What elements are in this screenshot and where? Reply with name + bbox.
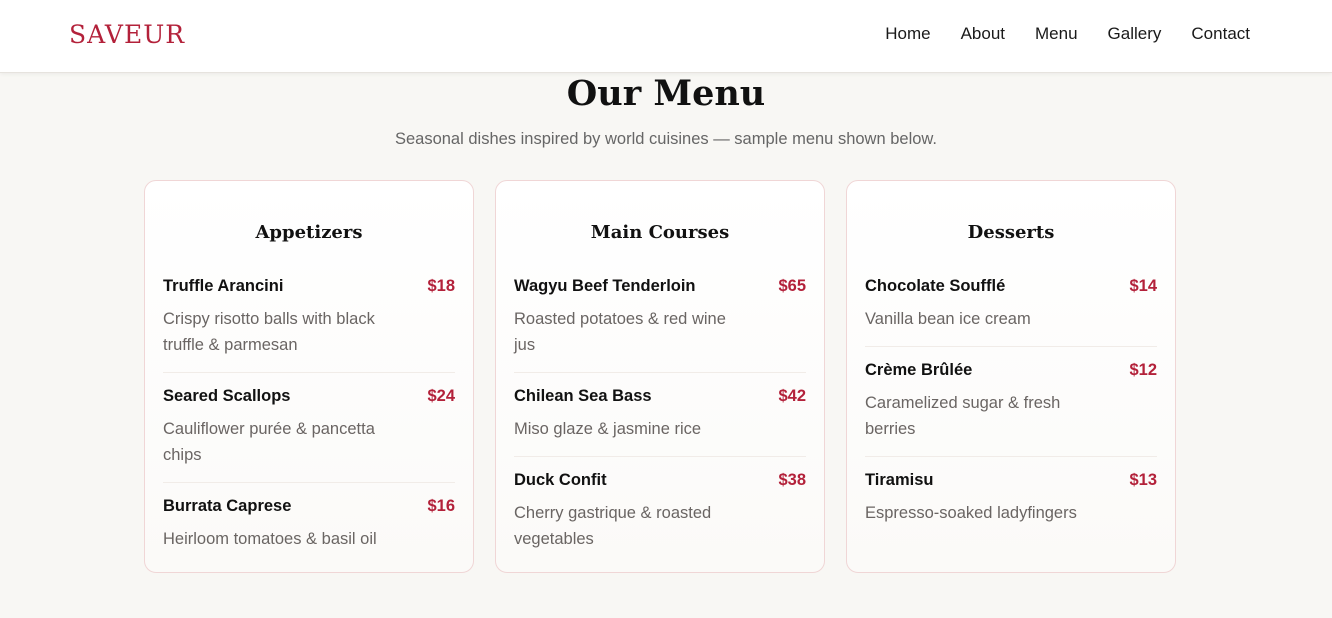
- item-name: Crème Brûlée: [865, 361, 973, 379]
- item-description: Miso glaze & jasmine rice: [514, 420, 702, 438]
- menu-item: Tiramisu $13 Espresso-soaked ladyfingers: [865, 471, 1157, 540]
- nav-link-menu[interactable]: Menu: [1035, 24, 1078, 44]
- menu-item: Chocolate Soufflé $14 Vanilla bean ice c…: [865, 277, 1157, 347]
- item-price: $38: [778, 471, 806, 489]
- item-description: Cherry gastrique & roasted vegetables: [514, 504, 712, 548]
- nav-link-contact[interactable]: Contact: [1191, 24, 1250, 44]
- site-header: SAVEUR Home About Menu Gallery Contact: [0, 0, 1332, 73]
- card-title: Appetizers: [255, 222, 363, 243]
- item-description: Roasted potatoes & red wine jus: [514, 310, 726, 354]
- item-price: $18: [427, 277, 455, 295]
- item-description: Espresso-soaked ladyfingers: [865, 504, 1077, 522]
- menu-item: Seared Scallops $24 Cauliflower purée & …: [163, 387, 455, 483]
- nav-link-about[interactable]: About: [961, 24, 1005, 44]
- nav-link-gallery[interactable]: Gallery: [1108, 24, 1162, 44]
- menu-card-appetizers: Appetizers Truffle Arancini $18 Crispy r…: [144, 180, 474, 573]
- menu-item: Chilean Sea Bass $42 Miso glaze & jasmin…: [514, 387, 806, 457]
- item-description: Caramelized sugar & fresh berries: [865, 394, 1061, 438]
- item-name: Burrata Caprese: [163, 497, 292, 515]
- item-price: $42: [778, 387, 806, 405]
- main-nav: Home About Menu Gallery Contact: [885, 24, 1250, 44]
- item-name: Truffle Arancini: [163, 277, 284, 295]
- item-description: Vanilla bean ice cream: [865, 310, 1031, 328]
- card-title: Main Courses: [590, 222, 730, 243]
- nav-link-home[interactable]: Home: [885, 24, 930, 44]
- menu-item: Duck Confit $38 Cherry gastrique & roast…: [514, 471, 806, 566]
- item-name: Wagyu Beef Tenderloin: [514, 277, 696, 295]
- item-price: $16: [427, 497, 455, 515]
- page-title: Our Menu: [566, 73, 766, 114]
- item-name: Chocolate Soufflé: [865, 277, 1006, 295]
- menu-item: Truffle Arancini $18 Crispy risotto ball…: [163, 277, 455, 373]
- menu-card-desserts: Desserts Chocolate Soufflé $14 Vanilla b…: [846, 180, 1176, 573]
- menu-item: Burrata Caprese $16 Heirloom tomatoes & …: [163, 497, 455, 566]
- item-name: Seared Scallops: [163, 387, 291, 405]
- card-title: Desserts: [967, 222, 1055, 243]
- item-name: Tiramisu: [865, 471, 934, 489]
- item-description: Heirloom tomatoes & basil oil: [163, 530, 377, 548]
- item-price: $12: [1129, 361, 1157, 379]
- item-description: Cauliflower purée & pancetta chips: [163, 420, 375, 464]
- item-description: Crispy risotto balls with black truffle …: [163, 310, 375, 354]
- item-price: $14: [1129, 277, 1157, 295]
- menu-item: Wagyu Beef Tenderloin $65 Roasted potato…: [514, 277, 806, 373]
- menu-cards: Appetizers Truffle Arancini $18 Crispy r…: [144, 180, 1176, 573]
- page-subtitle: Seasonal dishes inspired by world cuisin…: [394, 130, 938, 148]
- item-price: $24: [427, 387, 455, 405]
- brand-logo[interactable]: SAVEUR: [69, 20, 185, 49]
- item-name: Chilean Sea Bass: [514, 387, 652, 405]
- menu-item: Crème Brûlée $12 Caramelized sugar & fre…: [865, 361, 1157, 457]
- item-price: $65: [778, 277, 806, 295]
- item-name: Duck Confit: [514, 471, 607, 489]
- item-price: $13: [1129, 471, 1157, 489]
- menu-card-main-courses: Main Courses Wagyu Beef Tenderloin $65 R…: [495, 180, 825, 573]
